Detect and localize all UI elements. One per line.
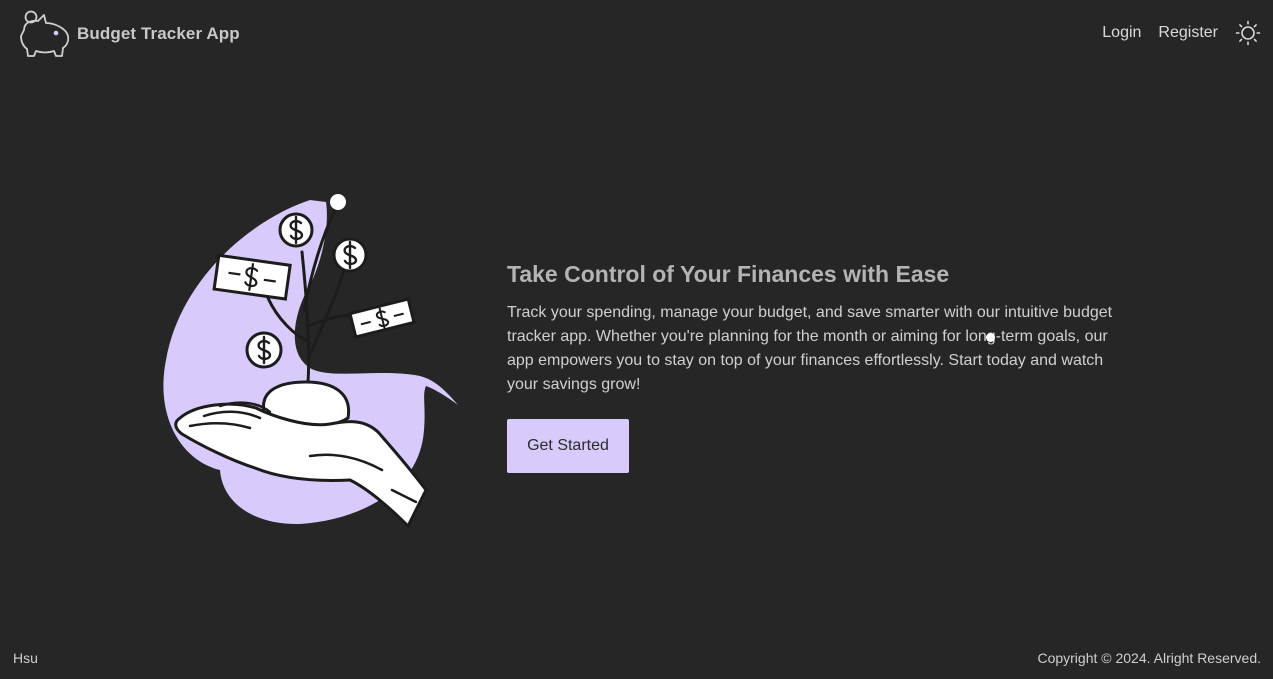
login-link[interactable]: Login	[1102, 24, 1141, 42]
hero-description: Track your spending, manage your budget,…	[507, 304, 1113, 393]
footer-copyright: Copyright © 2024. Alright Reserved.	[1037, 650, 1261, 666]
brand-name: Budget Tracker App	[77, 24, 240, 43]
money-plant-illustration	[163, 194, 458, 528]
footer-author: Hsu	[13, 650, 38, 666]
navbar: Budget Tracker App Login Register	[0, 0, 1273, 66]
piggy-bank-icon	[20, 10, 70, 57]
mouse-cursor	[986, 333, 995, 342]
sun-icon[interactable]	[1235, 20, 1261, 46]
brand-link[interactable]: Budget Tracker App	[18, 8, 240, 60]
nav-links: Login Register	[1102, 20, 1261, 46]
hero-text: Take Control of Your Finances with Ease …	[507, 259, 1137, 397]
register-link[interactable]: Register	[1158, 24, 1218, 42]
hero-title: Take Control of Your Finances with Ease	[507, 261, 950, 287]
get-started-button[interactable]: Get Started	[507, 419, 629, 473]
